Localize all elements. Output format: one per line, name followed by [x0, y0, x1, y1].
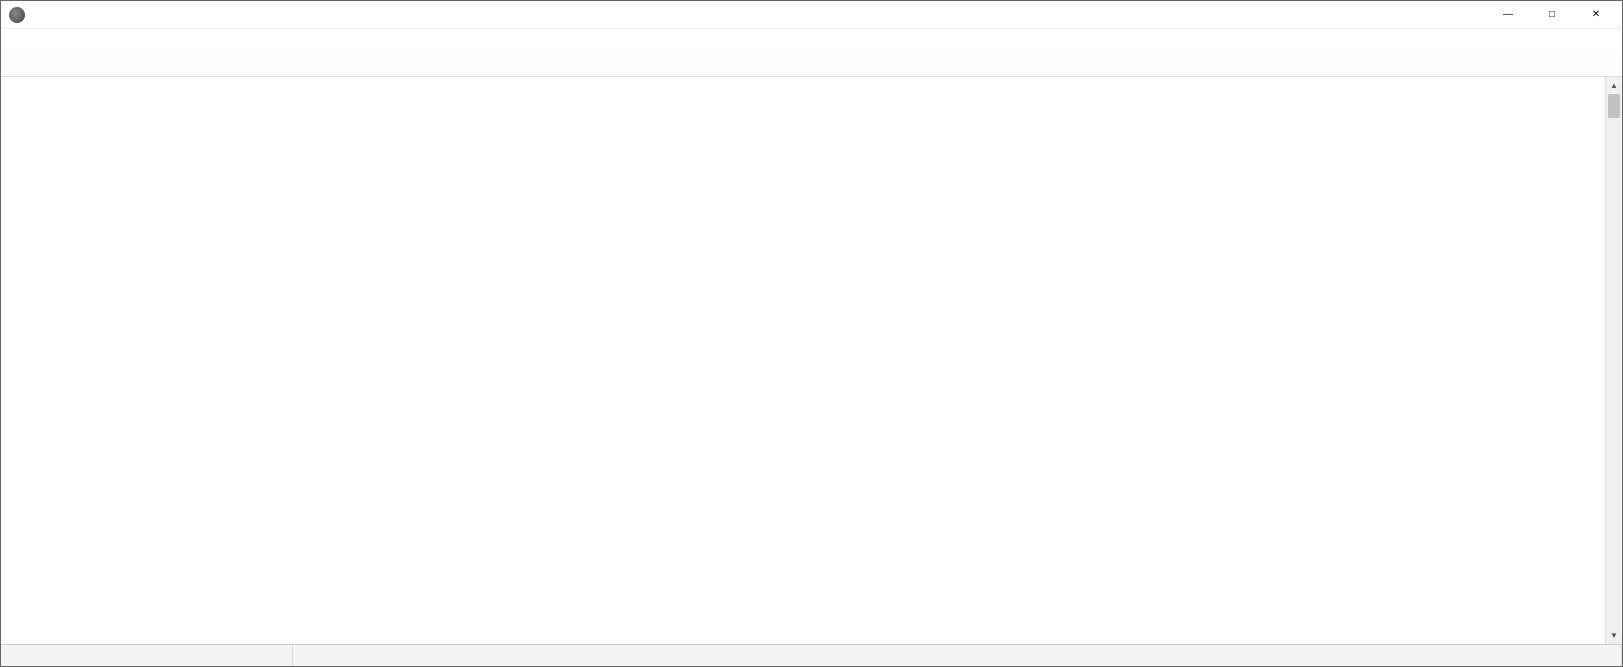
table-container: ▲ ▼ [1, 77, 1622, 644]
toolbar [1, 51, 1622, 77]
close-button[interactable]: ✕ [1574, 3, 1618, 27]
statusbar [1, 644, 1622, 666]
menubar [1, 29, 1622, 51]
window-controls: — □ ✕ [1486, 3, 1618, 27]
status-items [1, 645, 293, 666]
minimize-button[interactable]: — [1486, 3, 1530, 27]
maximize-button[interactable]: □ [1530, 3, 1574, 27]
scroll-thumb[interactable] [1608, 94, 1620, 118]
vertical-scrollbar[interactable]: ▲ ▼ [1605, 77, 1622, 644]
app-icon [9, 7, 25, 23]
status-credit [293, 645, 1622, 666]
scroll-track[interactable] [1606, 94, 1622, 627]
scroll-down-button[interactable]: ▼ [1606, 627, 1622, 644]
scroll-up-button[interactable]: ▲ [1606, 77, 1622, 94]
titlebar: — □ ✕ [1, 1, 1622, 29]
